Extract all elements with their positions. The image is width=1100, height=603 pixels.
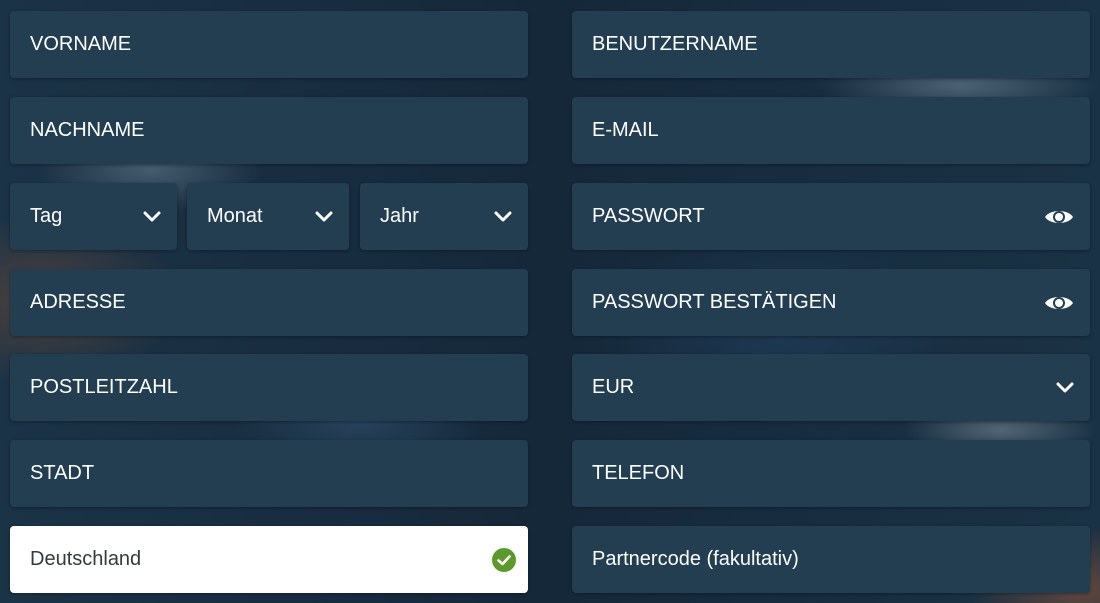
- address-field[interactable]: ADRESSE: [10, 269, 528, 336]
- username-field[interactable]: BENUTZERNAME: [572, 11, 1090, 78]
- chevron-down-icon: [1056, 379, 1074, 397]
- email-placeholder: E-MAIL: [592, 119, 659, 141]
- city-field[interactable]: STADT: [10, 440, 528, 507]
- eye-icon[interactable]: [1044, 293, 1074, 313]
- last-name-placeholder: NACHNAME: [30, 119, 145, 141]
- check-circle-icon: [492, 547, 516, 572]
- partner-code-field[interactable]: Partnercode (fakultativ): [572, 526, 1090, 593]
- country-field[interactable]: Deutschland: [10, 526, 528, 593]
- username-placeholder: BENUTZERNAME: [592, 33, 758, 55]
- address-placeholder: ADRESSE: [30, 291, 126, 313]
- birth-day-placeholder: Tag: [30, 205, 63, 227]
- birth-month-placeholder: Monat: [207, 205, 263, 227]
- birth-month-select[interactable]: Monat: [187, 183, 349, 250]
- first-name-placeholder: VORNAME: [30, 33, 132, 55]
- email-field[interactable]: E-MAIL: [572, 97, 1090, 164]
- currency-select[interactable]: EUR: [572, 354, 1090, 421]
- birth-day-select[interactable]: Tag: [10, 183, 177, 250]
- chevron-down-icon: [143, 208, 161, 226]
- phone-placeholder: TELEFON: [592, 462, 685, 484]
- first-name-field[interactable]: VORNAME: [10, 11, 528, 78]
- currency-value: EUR: [592, 376, 635, 398]
- last-name-field[interactable]: NACHNAME: [10, 97, 528, 164]
- eye-icon[interactable]: [1044, 207, 1074, 227]
- postal-code-field[interactable]: POSTLEITZAHL: [10, 354, 528, 421]
- password-placeholder: PASSWORT: [592, 205, 705, 227]
- confirm-password-field[interactable]: PASSWORT BESTÄTIGEN: [572, 269, 1090, 336]
- city-placeholder: STADT: [30, 462, 95, 484]
- country-value: Deutschland: [30, 548, 142, 570]
- password-field[interactable]: PASSWORT: [572, 183, 1090, 250]
- postal-code-placeholder: POSTLEITZAHL: [30, 376, 178, 398]
- birth-year-placeholder: Jahr: [380, 205, 419, 227]
- chevron-down-icon: [315, 208, 333, 226]
- partner-code-placeholder: Partnercode (fakultativ): [592, 548, 799, 570]
- confirm-password-placeholder: PASSWORT BESTÄTIGEN: [592, 291, 837, 313]
- chevron-down-icon: [494, 208, 512, 226]
- phone-field[interactable]: TELEFON: [572, 440, 1090, 507]
- birth-year-select[interactable]: Jahr: [360, 183, 528, 250]
